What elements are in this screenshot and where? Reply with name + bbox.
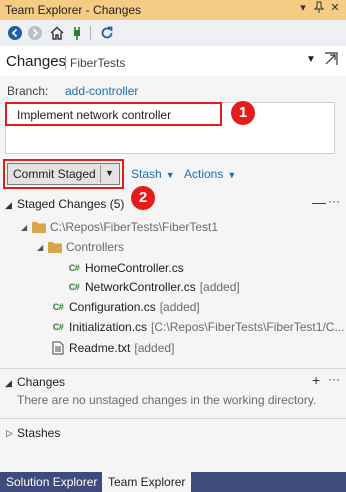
list-item[interactable]: C# NetworkController.cs [added]: [66, 279, 240, 295]
file-name: Readme.txt: [69, 341, 131, 355]
csharp-file-icon: C#: [68, 282, 80, 292]
expand-triangle-icon[interactable]: ◢: [37, 243, 47, 252]
list-item[interactable]: C# HomeController.cs: [66, 260, 184, 276]
tab-bar: Solution Explorer Team Explorer: [0, 472, 346, 492]
changes-section-title[interactable]: Changes: [17, 375, 65, 389]
root-path: C:\Repos\FiberTests\FiberTest1: [50, 220, 219, 234]
more-options-icon[interactable]: ···: [328, 194, 340, 208]
file-name: Configuration.cs: [69, 300, 156, 314]
window-title: Team Explorer - Changes: [5, 3, 142, 17]
section-divider: [0, 418, 346, 419]
callout-badge-2: 2: [131, 186, 155, 210]
more-options-icon[interactable]: ···: [328, 372, 340, 386]
empty-changes-text: There are no unstaged changes in the wor…: [17, 393, 317, 407]
title-separator: [65, 56, 66, 69]
list-item[interactable]: C# Configuration.cs [added]: [50, 299, 200, 315]
file-status: [added]: [159, 300, 200, 314]
chevron-down-icon: ▼: [227, 170, 237, 180]
file-name: Initialization.cs: [69, 320, 148, 334]
actions-menu[interactable]: Actions ▼: [184, 167, 236, 181]
csharp-file-icon: C#: [52, 322, 64, 332]
chevron-down-icon: ▼: [165, 170, 175, 180]
unstage-all-icon[interactable]: —: [312, 194, 326, 210]
callout-highlight-commit: [3, 159, 124, 189]
stage-all-icon[interactable]: +: [312, 372, 320, 388]
forward-icon[interactable]: [26, 24, 44, 42]
tab-solution-explorer[interactable]: Solution Explorer: [0, 472, 103, 492]
title-bar: Team Explorer - Changes ▾ ✕: [0, 0, 346, 20]
folder-name: Controllers: [66, 240, 125, 254]
tab-team-explorer[interactable]: Team Explorer: [102, 472, 192, 492]
tree-folder[interactable]: ◢ Controllers: [37, 239, 124, 255]
expand-triangle-icon[interactable]: ◢: [21, 223, 31, 232]
file-name: NetworkController.cs: [85, 280, 196, 294]
stash-label: Stash: [131, 167, 162, 181]
refresh-icon[interactable]: [98, 24, 116, 42]
pin-icon[interactable]: [312, 1, 326, 16]
folder-icon: [47, 239, 63, 255]
home-icon[interactable]: [48, 24, 66, 42]
csharp-file-icon: C#: [52, 302, 64, 312]
folder-icon: [31, 219, 47, 235]
text-file-icon: [50, 340, 66, 356]
repo-name: FiberTests: [70, 56, 126, 70]
callout-highlight-message: [5, 102, 222, 126]
collapse-triangle-icon[interactable]: ◢: [5, 378, 12, 389]
collapse-triangle-icon[interactable]: ◢: [5, 200, 12, 211]
csharp-file-icon: C#: [68, 263, 80, 273]
undock-icon[interactable]: [324, 52, 338, 69]
staged-changes-title[interactable]: Staged Changes (5): [17, 197, 124, 211]
file-status: [C:\Repos\FiberTests\FiberTest1/C...: [151, 320, 345, 334]
dropdown-icon[interactable]: ▾: [296, 1, 310, 14]
stash-menu[interactable]: Stash ▼: [131, 167, 175, 181]
toolbar: [0, 20, 346, 46]
tree-root[interactable]: ◢ C:\Repos\FiberTests\FiberTest1: [21, 219, 218, 235]
page-header: Changes FiberTests ▼: [0, 46, 346, 76]
section-divider: [0, 368, 346, 369]
list-item[interactable]: Readme.txt [added]: [50, 340, 174, 356]
file-name: HomeController.cs: [85, 261, 184, 275]
chevron-down-icon[interactable]: ▼: [306, 54, 316, 65]
toolbar-divider: [90, 26, 91, 40]
callout-badge-1: 1: [231, 101, 255, 125]
expand-triangle-icon[interactable]: ▷: [6, 428, 13, 439]
branch-label: Branch:: [7, 84, 49, 98]
file-status: [added]: [134, 341, 175, 355]
back-icon[interactable]: [6, 24, 24, 42]
connect-icon[interactable]: [68, 24, 86, 42]
page-title: Changes: [6, 53, 67, 70]
list-item[interactable]: C# Initialization.cs [C:\Repos\FiberTest…: [50, 319, 345, 335]
stashes-section-title[interactable]: Stashes: [17, 426, 60, 440]
file-status: [added]: [199, 280, 240, 294]
branch-link[interactable]: add-controller: [65, 84, 138, 98]
close-icon[interactable]: ✕: [328, 1, 342, 14]
actions-label: Actions: [184, 167, 224, 181]
